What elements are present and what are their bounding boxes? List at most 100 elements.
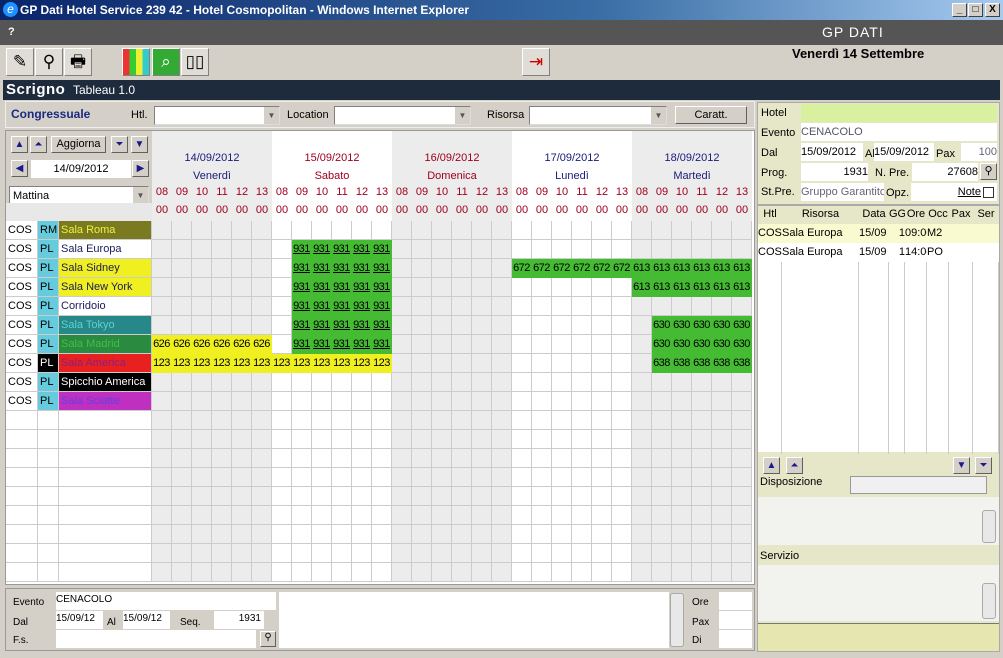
grid-cell[interactable] <box>272 392 292 411</box>
grid-cell[interactable] <box>392 221 412 240</box>
grid-cell[interactable] <box>732 297 752 316</box>
grid-cell[interactable] <box>612 411 632 430</box>
grid-cell[interactable] <box>712 468 732 487</box>
booking-cell[interactable]: 931 <box>372 297 392 316</box>
grid-cell[interactable] <box>432 373 452 392</box>
grid-cell[interactable] <box>672 506 692 525</box>
al-field[interactable]: 15/09/2012 <box>874 143 934 161</box>
grid-cell[interactable] <box>172 278 192 297</box>
grid-cell[interactable] <box>732 468 752 487</box>
grid-cell[interactable] <box>352 221 372 240</box>
grid-cell[interactable] <box>152 563 172 582</box>
al-field[interactable]: 15/09/12 <box>123 611 170 629</box>
grid-cell[interactable] <box>552 563 572 582</box>
servizio-text[interactable] <box>758 565 999 621</box>
grid-cell[interactable] <box>672 411 692 430</box>
grid-cell[interactable] <box>272 411 292 430</box>
grid-cell[interactable] <box>252 316 272 335</box>
booking-cell[interactable]: 123 <box>272 354 292 373</box>
resource-name[interactable] <box>59 506 152 525</box>
grid-cell[interactable] <box>612 221 632 240</box>
booking-cell[interactable]: 613 <box>632 259 652 278</box>
grid-cell[interactable] <box>232 487 252 506</box>
grid-cell[interactable] <box>512 240 532 259</box>
exit-door-icon[interactable]: ⇥ <box>522 48 550 76</box>
grid-cell[interactable] <box>272 430 292 449</box>
grid-cell[interactable] <box>272 373 292 392</box>
grid-cell[interactable] <box>372 563 392 582</box>
grid-cell[interactable] <box>732 525 752 544</box>
booking-cell[interactable]: 931 <box>372 278 392 297</box>
grid-cell[interactable] <box>612 525 632 544</box>
seq-field[interactable]: 1931 <box>214 611 264 629</box>
grid-cell[interactable] <box>292 506 312 525</box>
grid-cell[interactable] <box>412 221 432 240</box>
grid-cell[interactable] <box>472 544 492 563</box>
grid-cell[interactable] <box>592 411 612 430</box>
grid-cell[interactable] <box>692 544 712 563</box>
grid-cell[interactable] <box>712 449 732 468</box>
booking-cell[interactable]: 931 <box>372 316 392 335</box>
grid-cell[interactable] <box>372 449 392 468</box>
booking-cell[interactable]: 613 <box>732 278 752 297</box>
grid-cell[interactable] <box>552 449 572 468</box>
grid-cell[interactable] <box>312 411 332 430</box>
grid-cell[interactable] <box>432 411 452 430</box>
grid-cell[interactable] <box>312 544 332 563</box>
disposizione-text[interactable] <box>758 497 999 545</box>
grid-cell[interactable] <box>712 221 732 240</box>
grid-cell[interactable] <box>212 487 232 506</box>
grid-cell[interactable] <box>672 468 692 487</box>
page-up-button[interactable]: ⏶ <box>30 136 47 153</box>
grid-cell[interactable] <box>532 563 552 582</box>
grid-cell[interactable] <box>232 392 252 411</box>
resource-name[interactable]: Sala New York <box>59 278 152 297</box>
booking-cell[interactable]: 630 <box>692 335 712 354</box>
grid-cell[interactable] <box>732 506 752 525</box>
grid-cell[interactable] <box>652 506 672 525</box>
grid-cell[interactable] <box>512 563 532 582</box>
grid-cell[interactable] <box>472 430 492 449</box>
resource-name[interactable]: Sala Sciatte <box>59 392 152 411</box>
grid-cell[interactable] <box>632 411 652 430</box>
grid-cell[interactable] <box>452 563 472 582</box>
grid-cell[interactable] <box>592 506 612 525</box>
grid-cell[interactable] <box>272 563 292 582</box>
grid-cell[interactable] <box>532 430 552 449</box>
grid-cell[interactable] <box>172 525 192 544</box>
grid-cell[interactable] <box>472 392 492 411</box>
grid-cell[interactable] <box>692 430 712 449</box>
grid-cell[interactable] <box>692 392 712 411</box>
grid-cell[interactable] <box>432 430 452 449</box>
grid-cell[interactable] <box>652 525 672 544</box>
resource-name[interactable]: Sala Sidney <box>59 259 152 278</box>
booking-cell[interactable]: 672 <box>612 259 632 278</box>
booking-cell[interactable]: 931 <box>352 278 372 297</box>
resource-name[interactable]: Spicchio America <box>59 373 152 392</box>
grid-cell[interactable] <box>412 354 432 373</box>
grid-cell[interactable] <box>412 297 432 316</box>
booking-cell[interactable]: 630 <box>672 316 692 335</box>
grid-cell[interactable] <box>732 487 752 506</box>
grid-cell[interactable] <box>292 430 312 449</box>
grid-cell[interactable] <box>472 487 492 506</box>
grid-cell[interactable] <box>492 525 512 544</box>
grid-cell[interactable] <box>552 354 572 373</box>
grid-cell[interactable] <box>172 544 192 563</box>
booking-cell[interactable]: 123 <box>352 354 372 373</box>
grid-cell[interactable] <box>412 468 432 487</box>
booking-cell[interactable]: 638 <box>692 354 712 373</box>
grid-cell[interactable] <box>312 373 332 392</box>
grid-cell[interactable] <box>152 506 172 525</box>
grid-cell[interactable] <box>512 487 532 506</box>
grid-cell[interactable] <box>432 335 452 354</box>
grid-cell[interactable] <box>352 468 372 487</box>
last-row-button[interactable]: ⏷ <box>975 457 992 474</box>
grid-cell[interactable] <box>272 297 292 316</box>
di-field[interactable] <box>719 630 752 648</box>
booking-cell[interactable]: 626 <box>192 335 212 354</box>
booking-cell[interactable]: 638 <box>652 354 672 373</box>
grid-cell[interactable] <box>632 240 652 259</box>
grid-cell[interactable] <box>452 468 472 487</box>
grid-cell[interactable] <box>392 468 412 487</box>
